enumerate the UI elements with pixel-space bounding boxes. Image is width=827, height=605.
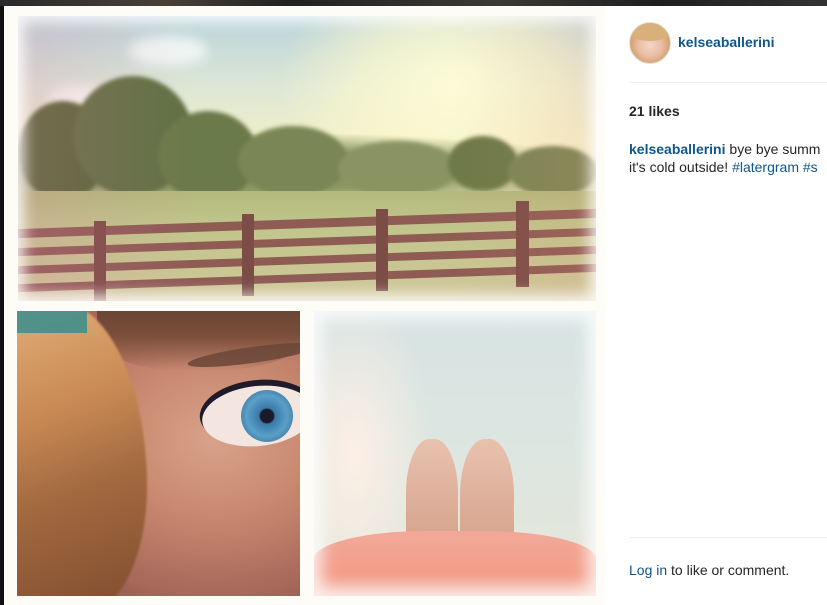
hashtag-link[interactable]: #s	[799, 159, 818, 175]
login-prompt-text: to like or comment.	[667, 562, 790, 578]
post-sidebar: kelseaballerini 21 likes kelseaballerini…	[606, 6, 827, 605]
caption: kelseaballerini bye bye summ it's cold o…	[629, 140, 827, 176]
photo-tile-feet	[314, 311, 596, 596]
login-prompt: Log in to like or comment.	[629, 562, 789, 578]
photo-tile-landscape	[18, 16, 596, 301]
likes-count[interactable]: 21 likes	[629, 103, 680, 119]
caption-username-link[interactable]: kelseaballerini	[629, 141, 726, 157]
footer-divider	[629, 537, 827, 538]
caption-text-line2: it's cold outside!	[629, 159, 733, 175]
username-link[interactable]: kelseaballerini	[678, 34, 775, 50]
caption-text-line1: bye bye summ	[725, 141, 821, 157]
post-photo[interactable]	[4, 6, 606, 605]
avatar[interactable]	[629, 22, 671, 64]
post-modal: kelseaballerini 21 likes kelseaballerini…	[4, 6, 827, 605]
photo-tile-eye	[17, 311, 300, 596]
hashtag-link[interactable]: #latergram	[732, 159, 799, 175]
header-divider	[629, 82, 827, 83]
post-header: kelseaballerini	[629, 22, 827, 64]
login-link[interactable]: Log in	[629, 562, 667, 578]
